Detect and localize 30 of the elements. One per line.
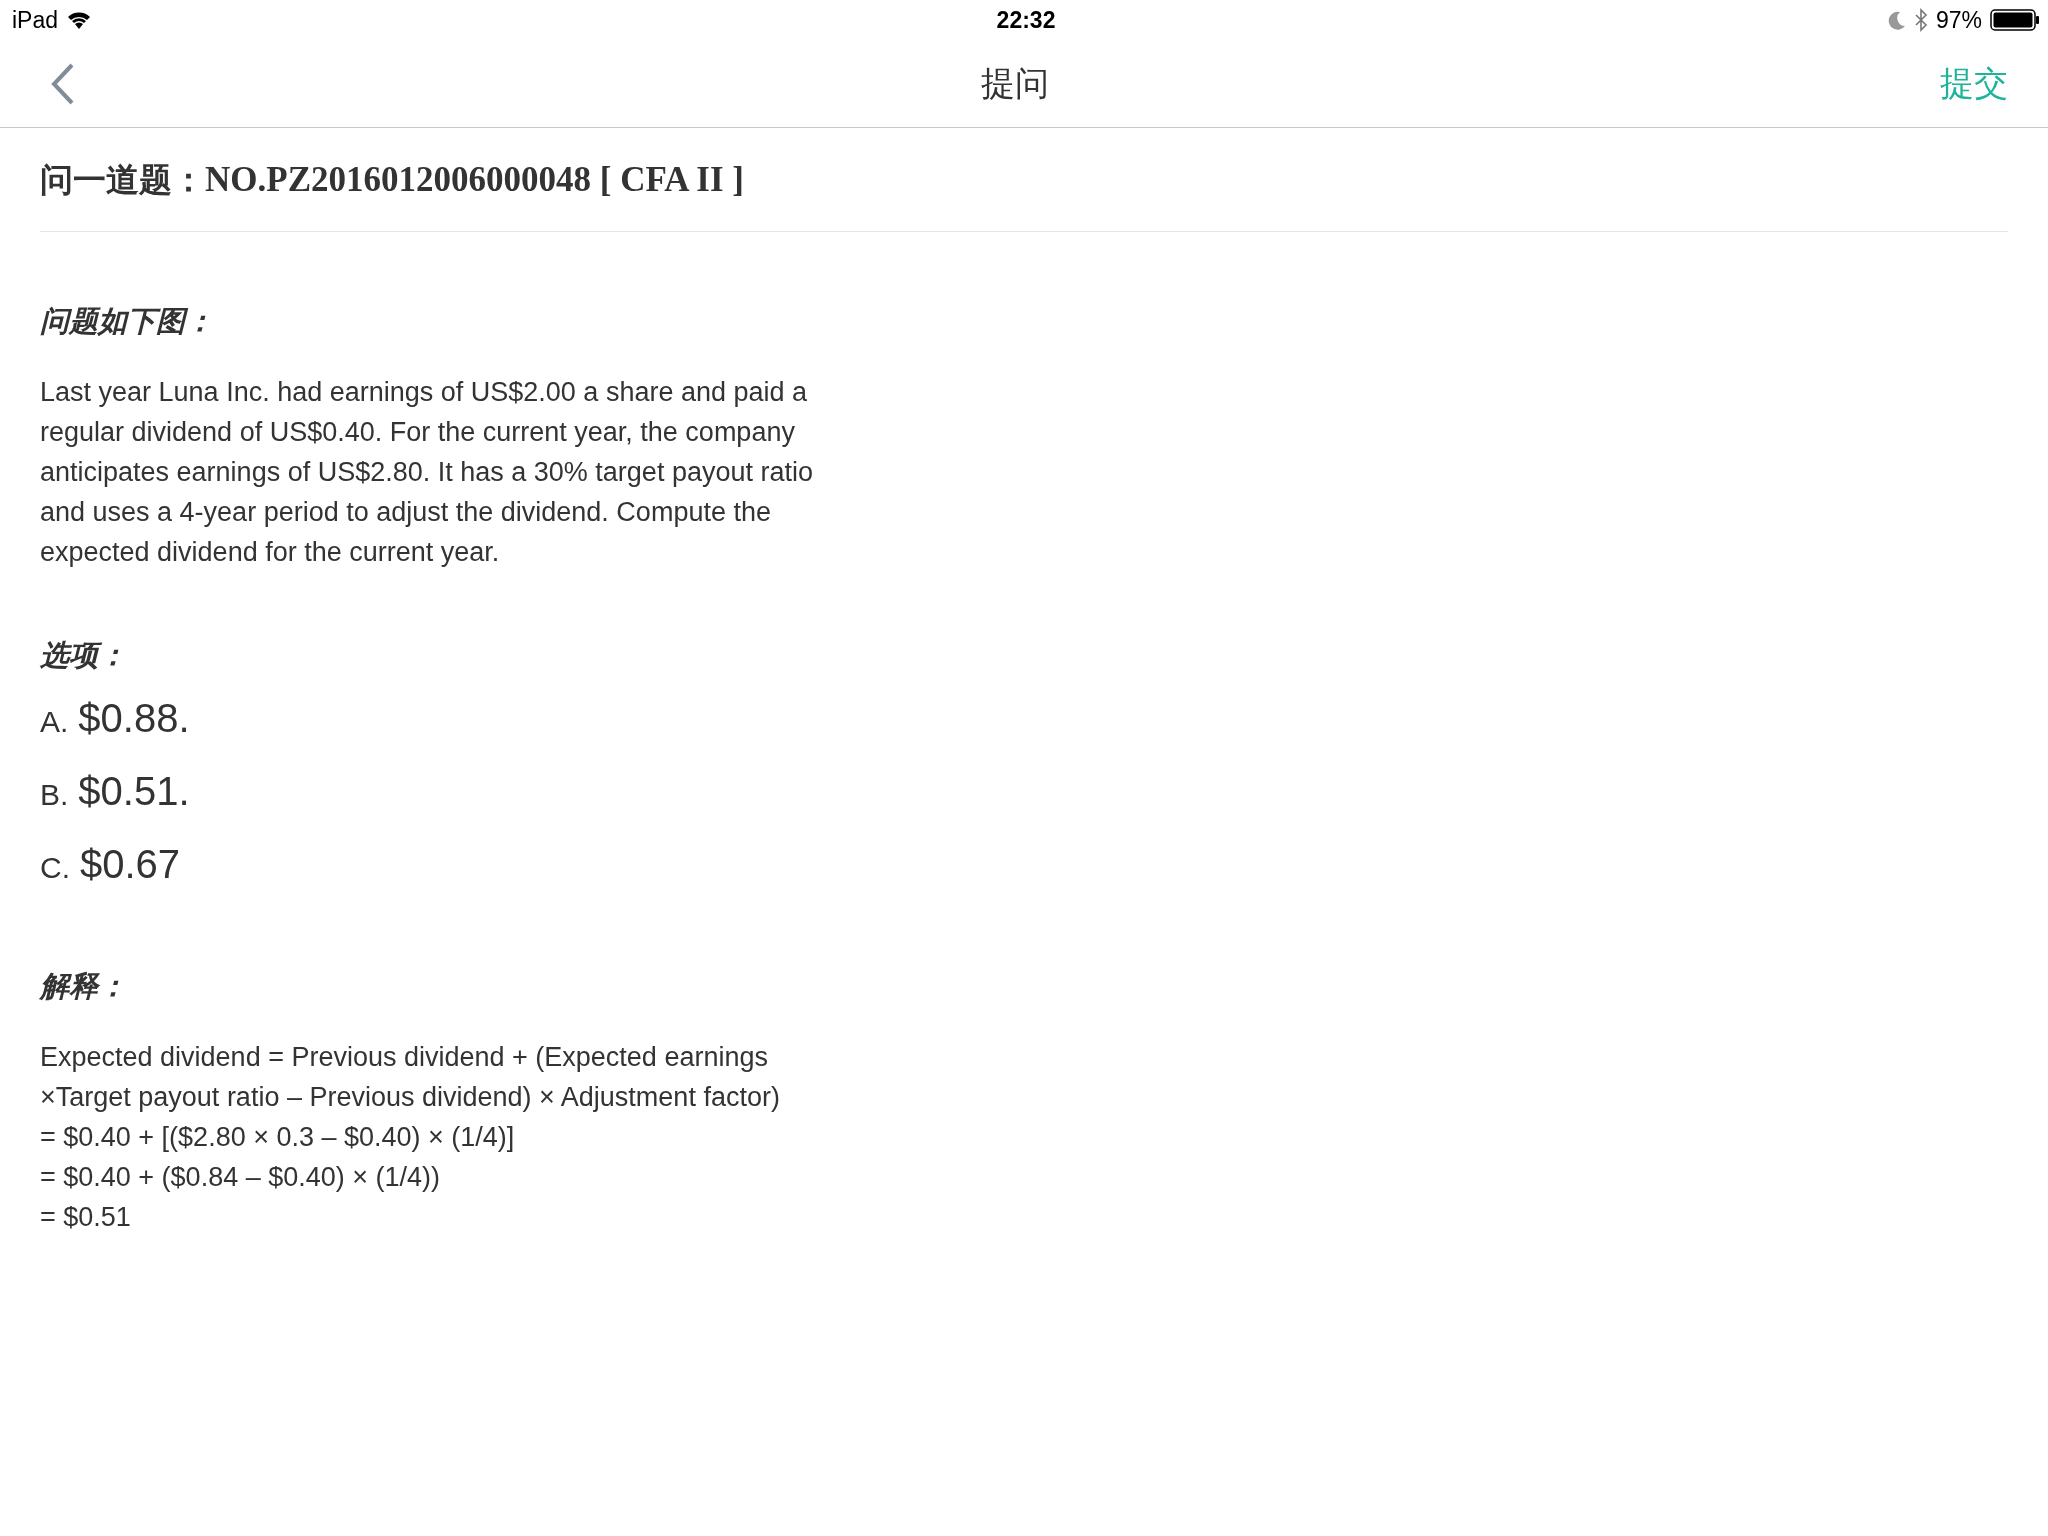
explanation-text: = $0.40 + [($2.80 × 0.3 – $0.40) × (1/4)] — [40, 1121, 516, 1154]
question-text: regular dividend of US$0.40. For the current year, the company — [40, 416, 796, 449]
clock-time: 22:32 — [996, 6, 1056, 34]
battery-icon — [1990, 9, 2040, 31]
question-text: Last year Luna Inc. had earnings of US$2.00 a share and paid a — [40, 376, 809, 409]
option-text: $0.88. — [78, 696, 190, 741]
header-label: 问一道题： — [40, 159, 205, 201]
explanation-text: = $0.51 — [40, 1201, 132, 1234]
explanation-text: = $0.40 + ($0.84 – $0.40) × (1/4)) — [40, 1161, 442, 1194]
device-name: iPad — [12, 6, 59, 34]
explanation-text: ×Target payout ratio – Previous dividend) × Adjustment factor) — [40, 1081, 781, 1114]
section-heading: 解释： — [40, 968, 128, 1005]
option-letter: A. — [40, 705, 69, 739]
bluetooth-icon — [1913, 8, 1928, 32]
moon-icon — [1887, 10, 1906, 30]
question-text: expected dividend for the current year. — [40, 536, 501, 569]
option-letter: B. — [40, 778, 69, 812]
submit-button[interactable]: 提交 — [1940, 60, 2008, 107]
option-letter: C. — [40, 851, 70, 885]
section-heading: 问题如下图： — [40, 303, 215, 340]
option-text: $0.51. — [78, 769, 190, 814]
wifi-icon — [66, 10, 93, 30]
question-text: and uses a 4-year period to adjust the dividend. Compute the — [40, 496, 772, 529]
section-heading: 选项： — [40, 637, 128, 674]
question-code: NO.PZ2016012006000048 [ CFA II ] — [205, 160, 744, 200]
explanation-text: Expected dividend = Previous dividend + (Expected earnings — [40, 1041, 769, 1074]
battery-percent: 97% — [1935, 6, 1982, 34]
page-title: 提问 — [981, 62, 1049, 104]
question-text: anticipates earnings of US$2.80. It has a 30% target payout ratio — [40, 456, 814, 489]
option-text: $0.67 — [80, 842, 181, 887]
